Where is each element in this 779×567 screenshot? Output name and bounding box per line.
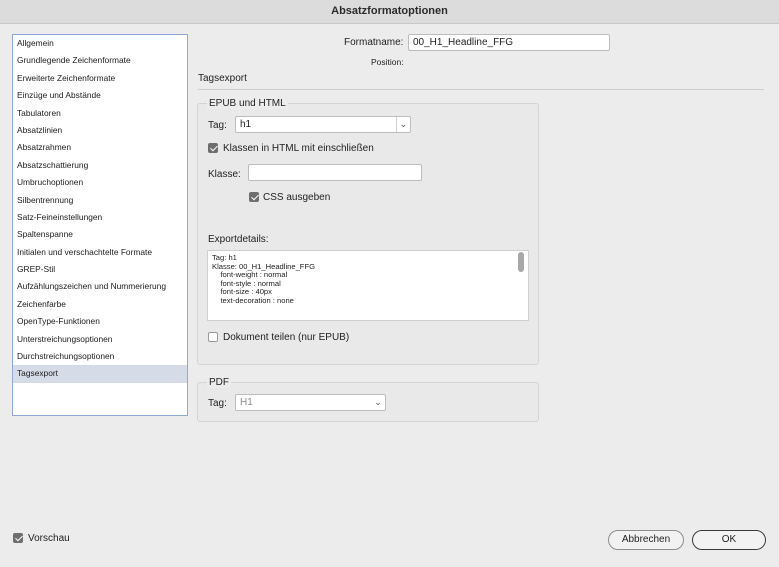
position-label: Position:: [371, 57, 404, 67]
epub-tag-select[interactable]: h1 ⌄: [235, 116, 411, 133]
chevron-down-icon: ⌄: [374, 397, 382, 407]
sidebar-item[interactable]: Absatzlinien: [13, 122, 187, 139]
chevron-down-icon: ⌄: [396, 117, 410, 132]
sidebar-item[interactable]: Aufzählungszeichen und Nummerierung: [13, 278, 187, 295]
sidebar-item[interactable]: Absatzschattierung: [13, 157, 187, 174]
sidebar-item[interactable]: Umbruchoptionen: [13, 174, 187, 191]
sidebar-item[interactable]: Zeichenfarbe: [13, 296, 187, 313]
window-title: Absatzformatoptionen: [0, 0, 779, 24]
formatname-input[interactable]: 00_H1_Headline_FFG: [408, 34, 610, 51]
sidebar-item[interactable]: Allgemein: [13, 35, 187, 52]
export-details-text: Tag: h1 Klasse: 00_H1_Headline_FFG font-w…: [212, 253, 524, 306]
class-input[interactable]: [248, 164, 422, 181]
category-list: Allgemein Grundlegende Zeichenformate Erwe…: [12, 34, 188, 416]
sidebar-item[interactable]: Absatzrahmen: [13, 139, 187, 156]
pdf-tag-select[interactable]: H1 ⌄: [235, 394, 386, 411]
pdf-tag-label: Tag:: [208, 398, 227, 409]
include-classes-checkbox[interactable]: [208, 143, 218, 153]
pdf-group-title: PDF: [207, 377, 231, 388]
split-document-label: Dokument teilen (nur EPUB): [223, 332, 350, 343]
export-details-line: text-decoration : none: [212, 295, 294, 305]
sidebar-item[interactable]: GREP-Stil: [13, 261, 187, 278]
preview-checkbox[interactable]: [13, 533, 23, 543]
section-divider: [198, 89, 764, 90]
ok-button[interactable]: OK: [692, 530, 766, 550]
pdf-tag-value: H1: [240, 397, 253, 408]
section-title: Tagsexport: [198, 73, 247, 84]
export-details-box[interactable]: Tag: h1 Klasse: 00_H1_Headline_FFG font-w…: [207, 250, 529, 321]
epub-tag-label: Tag:: [208, 120, 227, 131]
sidebar-item[interactable]: Einzüge und Abstände: [13, 87, 187, 104]
dialog-window: Absatzformatoptionen Allgemein Grundlegen…: [0, 0, 779, 567]
sidebar-item[interactable]: Tagsexport: [13, 365, 187, 383]
class-label: Klasse:: [208, 169, 241, 180]
details-scrollbar[interactable]: [518, 252, 524, 272]
sidebar-item[interactable]: Durchstreichungsoptionen: [13, 348, 187, 365]
sidebar-item[interactable]: Satz-Feineinstellungen: [13, 209, 187, 226]
css-label: CSS ausgeben: [263, 192, 331, 203]
sidebar-item[interactable]: Grundlegende Zeichenformate: [13, 52, 187, 69]
include-classes-label: Klassen in HTML mit einschließen: [223, 143, 374, 154]
preview-label: Vorschau: [28, 533, 70, 544]
cancel-button[interactable]: Abbrechen: [608, 530, 684, 550]
sidebar-item[interactable]: Spaltenspanne: [13, 226, 187, 243]
sidebar-item[interactable]: Initialen und verschachtelte Formate: [13, 244, 187, 261]
sidebar-item[interactable]: Unterstreichungsoptionen: [13, 331, 187, 348]
split-document-checkbox[interactable]: [208, 332, 218, 342]
sidebar-item[interactable]: Tabulatoren: [13, 105, 187, 122]
epub-tag-value: h1: [240, 119, 252, 130]
formatname-label: Formatname:: [344, 37, 404, 48]
sidebar-item[interactable]: Silbentrennung: [13, 192, 187, 209]
category-list-items: Allgemein Grundlegende Zeichenformate Erwe…: [13, 35, 187, 383]
sidebar-item[interactable]: OpenType-Funktionen: [13, 313, 187, 330]
sidebar-item[interactable]: Erweiterte Zeichenformate: [13, 70, 187, 87]
epub-group-title: EPUB und HTML: [207, 98, 288, 109]
css-checkbox[interactable]: [249, 192, 259, 202]
export-details-label: Exportdetails:: [208, 234, 269, 245]
